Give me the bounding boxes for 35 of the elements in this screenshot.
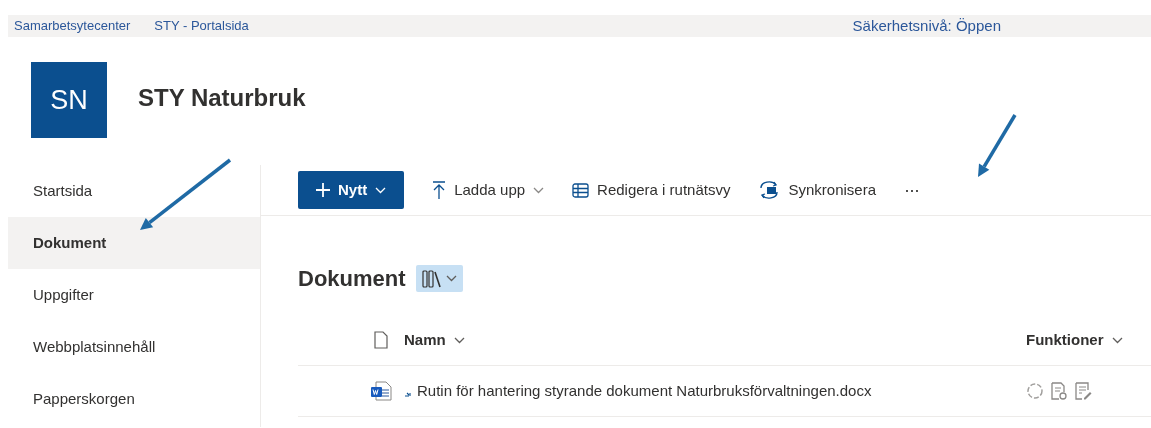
- breadcrumb-link[interactable]: Samarbetsytecenter: [14, 16, 131, 36]
- sync-icon: [758, 180, 781, 200]
- chevron-icon: [445, 275, 457, 282]
- file-type-icon: [374, 331, 388, 349]
- grid-icon: [572, 182, 590, 198]
- chevron-icon: [375, 186, 387, 194]
- security-label: Säkerhetsnivå: Öppen: [852, 15, 1001, 36]
- functions-column-header[interactable]: Funktioner: [1026, 328, 1123, 352]
- nav-item[interactable]: Webbplatsinnehåll: [8, 321, 260, 373]
- breadcrumb-link[interactable]: STY - Portalsida: [154, 16, 249, 36]
- edit-document-icon: [1074, 382, 1092, 400]
- chevron-icon: [533, 186, 545, 194]
- nav-item[interactable]: Uppgifter: [8, 269, 260, 321]
- site-title[interactable]: STY Naturbruk: [138, 79, 306, 116]
- library-title: Dokument: [298, 265, 406, 293]
- sync-button[interactable]: Synkronisera: [746, 172, 889, 208]
- site-logo[interactable]: SN: [31, 62, 107, 138]
- name-column-header[interactable]: Namn: [404, 328, 465, 352]
- document-preview-icon: [1050, 382, 1068, 400]
- library-icon: [421, 269, 442, 288]
- nav-item[interactable]: Papperskorgen: [8, 373, 260, 425]
- chevron-icon: [1111, 336, 1123, 344]
- view-switcher[interactable]: [415, 265, 463, 292]
- upload-icon: [432, 181, 447, 199]
- nav-item[interactable]: Startsida: [8, 165, 260, 217]
- upload-button[interactable]: Ladda upp: [420, 172, 557, 208]
- more-button[interactable]: ···: [892, 170, 931, 210]
- nav-item[interactable]: Dokument: [8, 217, 260, 269]
- grid-edit-button[interactable]: Redigera i rutnätsvy: [560, 172, 743, 208]
- word-document-icon: [370, 381, 392, 401]
- plus-icon: [316, 183, 330, 197]
- new-button[interactable]: Nytt: [298, 170, 405, 210]
- chevron-icon: [453, 336, 465, 344]
- sync-status-icon: [1026, 382, 1044, 400]
- file-name-link[interactable]: Rutin för hantering styrande dokument Naturbruksförvaltningen.docx: [417, 379, 872, 403]
